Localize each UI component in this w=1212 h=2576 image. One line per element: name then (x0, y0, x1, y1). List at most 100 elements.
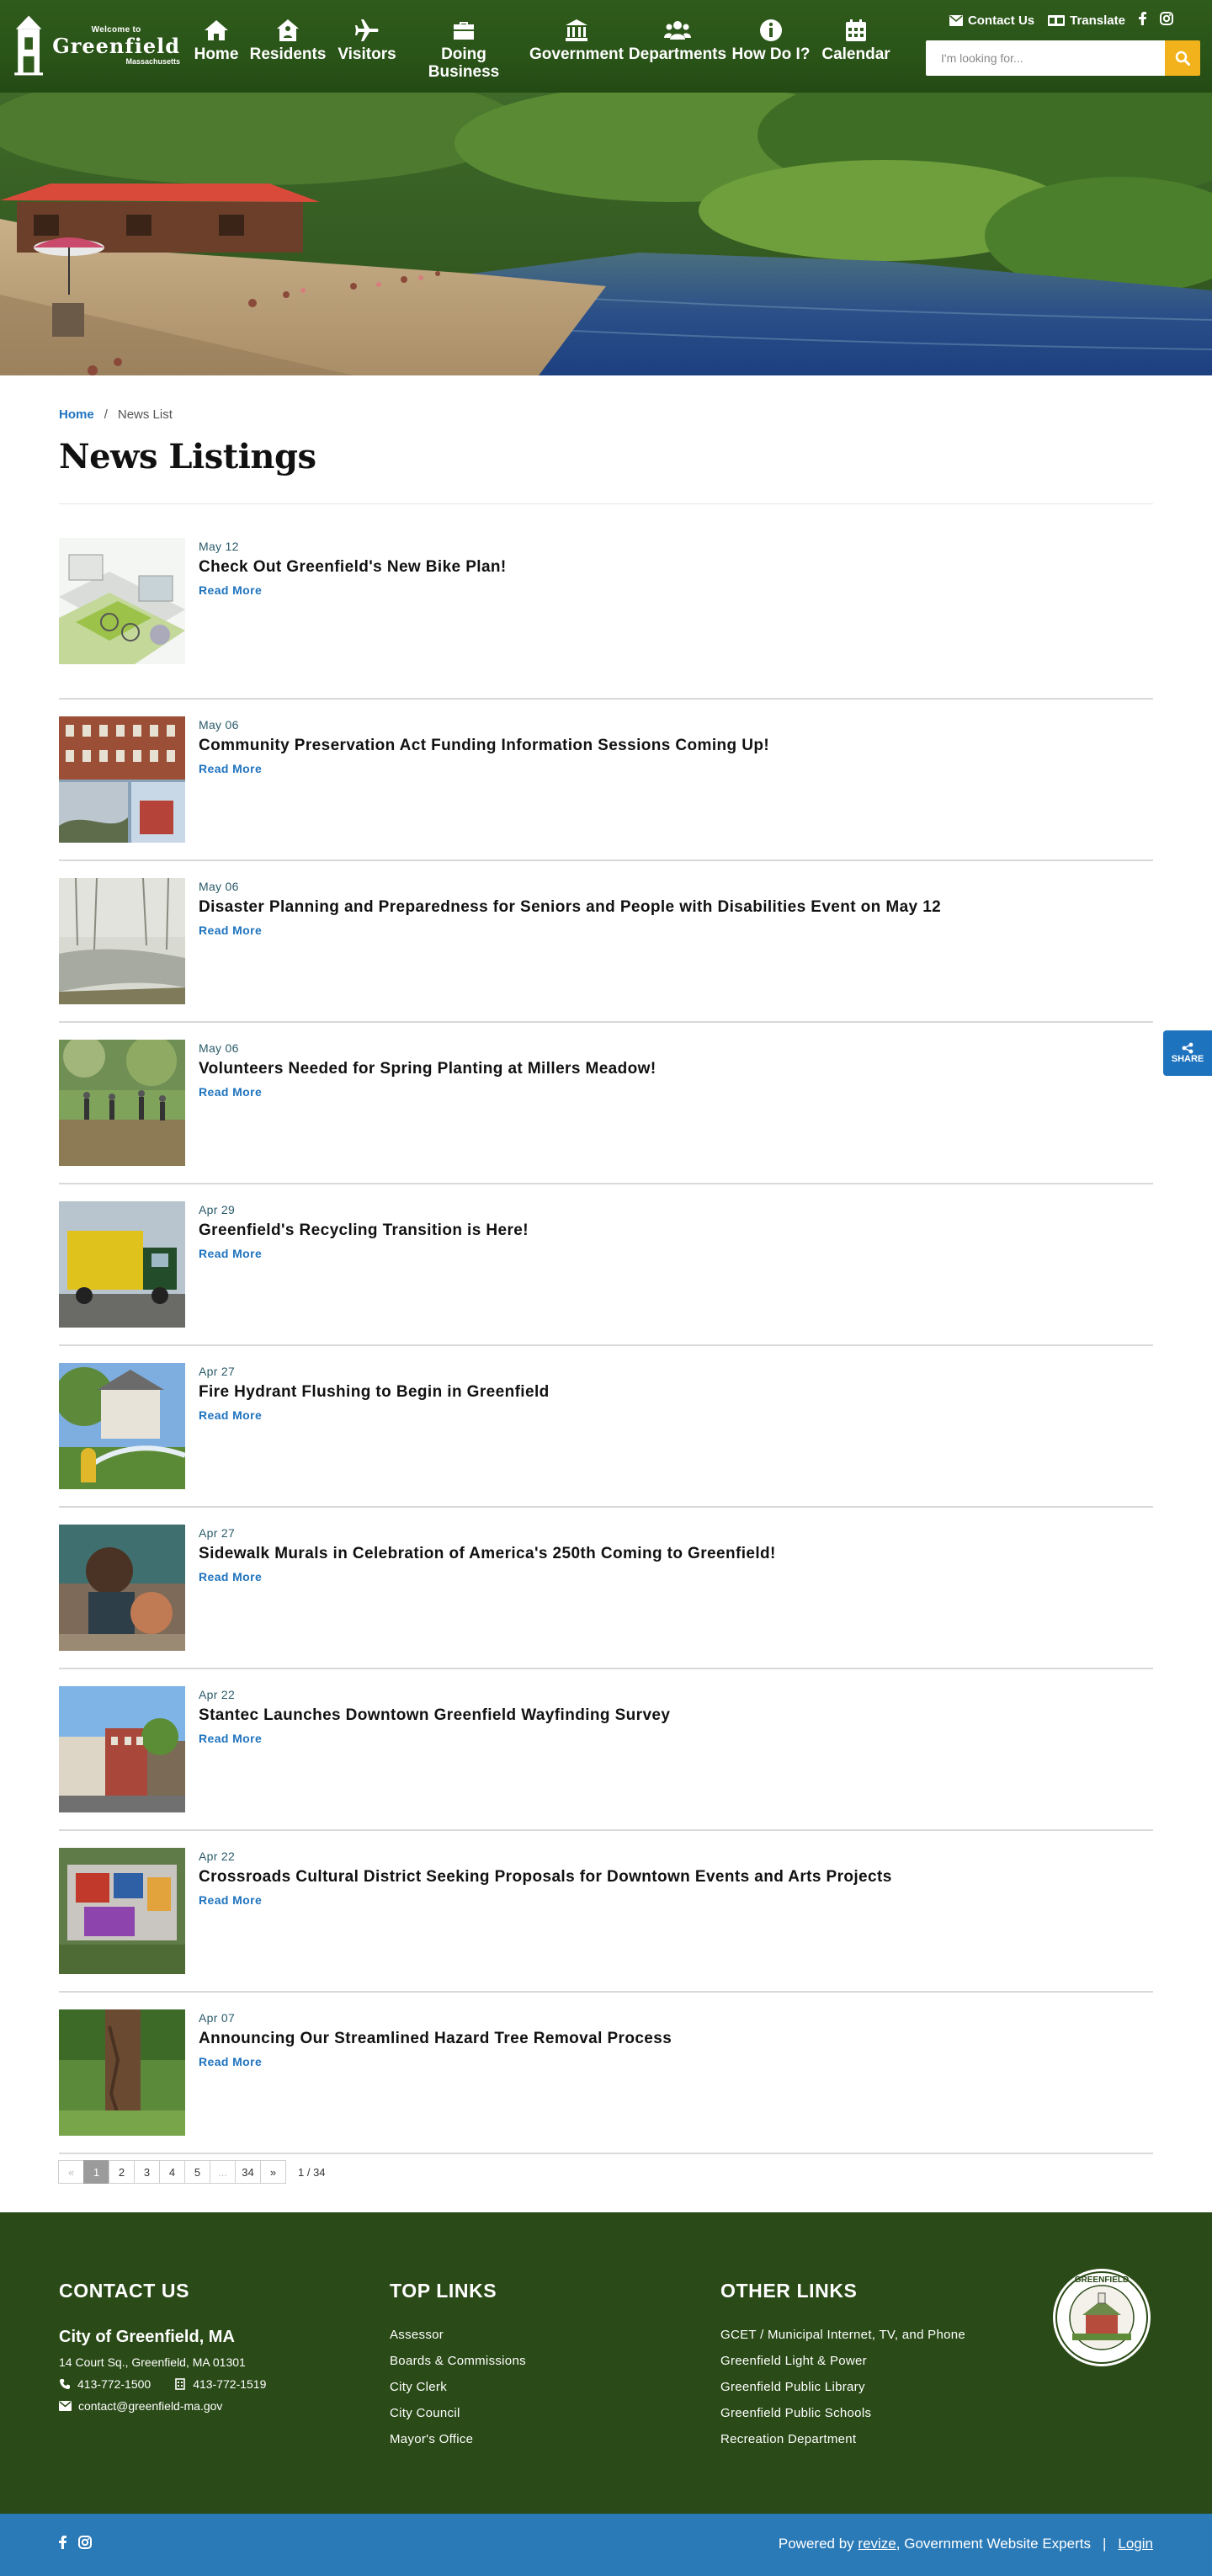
plane-icon (355, 19, 379, 41)
pagination-page-3[interactable]: 3 (134, 2160, 160, 2184)
share-icon (1182, 1042, 1193, 1054)
briefcase-icon (454, 22, 474, 40)
news-thumbnail[interactable] (59, 1525, 185, 1651)
footer-link-schools[interactable]: Greenfield Public Schools (720, 2406, 965, 2420)
news-item: Apr 29 Greenfield's Recycling Transition… (59, 1184, 1153, 1346)
read-more-link[interactable]: Read More (199, 1408, 262, 1422)
news-title[interactable]: Disaster Planning and Preparedness for S… (199, 898, 941, 917)
building-icon (566, 19, 587, 41)
pagination-count: 1 / 34 (298, 2165, 326, 2179)
news-thumbnail[interactable] (59, 878, 185, 1004)
news-title[interactable]: Volunteers Needed for Spring Planting at… (199, 1060, 656, 1078)
footer-phone-link[interactable]: 413-772-1500 (77, 2377, 151, 2391)
news-title[interactable]: Crossroads Cultural District Seeking Pro… (199, 1868, 892, 1887)
pagination-page-2[interactable]: 2 (109, 2160, 135, 2184)
nav-doing-business[interactable]: Doing Business (404, 17, 524, 81)
bottom-facebook-link[interactable] (59, 2536, 66, 2553)
read-more-link[interactable]: Read More (199, 1732, 262, 1745)
translate-icon (1048, 14, 1066, 26)
news-thumbnail[interactable] (59, 2009, 185, 2136)
powered-by-label: Powered by (778, 2536, 854, 2552)
news-title[interactable]: Sidewalk Murals in Celebration of Americ… (199, 1545, 776, 1563)
facebook-link[interactable] (1139, 12, 1146, 29)
news-thumbnail[interactable] (59, 1848, 185, 1974)
pagination-prev[interactable]: « (58, 2160, 84, 2184)
read-more-link[interactable]: Read More (199, 762, 262, 775)
footer-link-boards[interactable]: Boards & Commissions (390, 2354, 526, 2368)
news-date: May 12 (199, 540, 239, 553)
facebook-icon (1139, 12, 1146, 25)
nav-government[interactable]: Government (524, 17, 630, 81)
pagination-page-34[interactable]: 34 (235, 2160, 261, 2184)
read-more-link[interactable]: Read More (199, 1247, 262, 1260)
footer-email: contact@greenfield-ma.gov (59, 2399, 266, 2413)
footer-link-mayor[interactable]: Mayor's Office (390, 2432, 526, 2446)
news-date: Apr 22 (199, 1688, 236, 1701)
pagination: « 1 2 3 4 5 ... 34 » 1 / 34 (58, 2160, 326, 2184)
footer-email-link[interactable]: contact@greenfield-ma.gov (78, 2399, 222, 2413)
utility-bar: Contact Us Translate (949, 12, 1173, 29)
instagram-icon (1160, 12, 1173, 25)
read-more-link[interactable]: Read More (199, 923, 262, 937)
pagination-page-5[interactable]: 5 (184, 2160, 210, 2184)
login-link[interactable]: Login (1118, 2536, 1153, 2552)
contact-us-link[interactable]: Contact Us (949, 13, 1034, 28)
pagination-page-4[interactable]: 4 (159, 2160, 185, 2184)
read-more-link[interactable]: Read More (199, 1085, 262, 1099)
news-date: Apr 27 (199, 1526, 236, 1540)
footer-link-light-power[interactable]: Greenfield Light & Power (720, 2354, 965, 2368)
nav-calendar[interactable]: Calendar (816, 17, 896, 81)
news-thumbnail[interactable] (59, 1363, 185, 1489)
news-title[interactable]: Community Preservation Act Funding Infor… (199, 737, 769, 755)
revize-link[interactable]: revize (858, 2536, 896, 2552)
breadcrumb-home[interactable]: Home (59, 407, 94, 422)
read-more-link[interactable]: Read More (199, 2055, 262, 2068)
bottom-instagram-link[interactable] (78, 2536, 92, 2553)
translate-link[interactable]: Translate (1048, 13, 1125, 28)
news-title[interactable]: Stantec Launches Downtown Greenfield Way… (199, 1706, 670, 1725)
pagination-next[interactable]: » (260, 2160, 286, 2184)
search-input[interactable] (926, 40, 1165, 76)
pagination-page-1[interactable]: 1 (83, 2160, 109, 2184)
site-footer: CONTACT US City of Greenfield, MA 14 Cou… (0, 2212, 1212, 2514)
envelope-icon (59, 2401, 72, 2411)
footer-link-recreation[interactable]: Recreation Department (720, 2432, 965, 2446)
city-logo[interactable]: Welcome to Greenfield Massachusetts (12, 5, 180, 86)
nav-residents[interactable]: Residents (246, 17, 330, 81)
footer-link-gcet[interactable]: GCET / Municipal Internet, TV, and Phone (720, 2328, 965, 2342)
news-item: Apr 27 Sidewalk Murals in Celebration of… (59, 1508, 1153, 1669)
news-item: May 06 Community Preservation Act Fundin… (59, 700, 1153, 861)
nav-visitors[interactable]: Visitors (330, 17, 404, 81)
footer-link-city-clerk[interactable]: City Clerk (390, 2380, 526, 2394)
read-more-link[interactable]: Read More (199, 1570, 262, 1583)
footer-city-name: City of Greenfield, MA (59, 2328, 235, 2346)
hazard-tree-image (59, 2009, 185, 2136)
hero-image (0, 93, 1212, 375)
news-thumbnail[interactable] (59, 1040, 185, 1166)
news-title[interactable]: Greenfield's Recycling Transition is Her… (199, 1221, 529, 1240)
news-title[interactable]: Announcing Our Streamlined Hazard Tree R… (199, 2030, 672, 2048)
news-thumbnail[interactable] (59, 1686, 185, 1812)
news-thumbnail[interactable] (59, 538, 185, 664)
news-thumbnail[interactable] (59, 1201, 185, 1328)
news-title[interactable]: Fire Hydrant Flushing to Begin in Greenf… (199, 1383, 550, 1402)
nav-departments[interactable]: Departments (629, 17, 726, 81)
news-title[interactable]: Check Out Greenfield's New Bike Plan! (199, 558, 507, 577)
news-date: May 06 (199, 1041, 239, 1055)
nav-how-do-i[interactable]: How Do I? (726, 17, 816, 81)
share-button[interactable]: SHARE (1163, 1030, 1212, 1076)
footer-link-library[interactable]: Greenfield Public Library (720, 2380, 965, 2394)
cultural-district-image (59, 1848, 185, 1974)
read-more-link[interactable]: Read More (199, 583, 262, 597)
instagram-link[interactable] (1160, 12, 1173, 29)
footer-link-assessor[interactable]: Assessor (390, 2328, 526, 2342)
community-buildings-image (59, 716, 185, 843)
tower-icon (14, 15, 44, 76)
info-icon (760, 19, 782, 41)
search-button[interactable] (1165, 40, 1200, 76)
footer-link-city-council[interactable]: City Council (390, 2406, 526, 2420)
read-more-link[interactable]: Read More (199, 1893, 262, 1907)
news-thumbnail[interactable] (59, 716, 185, 843)
nav-home[interactable]: Home (187, 17, 246, 81)
recycling-truck-image (59, 1201, 185, 1328)
